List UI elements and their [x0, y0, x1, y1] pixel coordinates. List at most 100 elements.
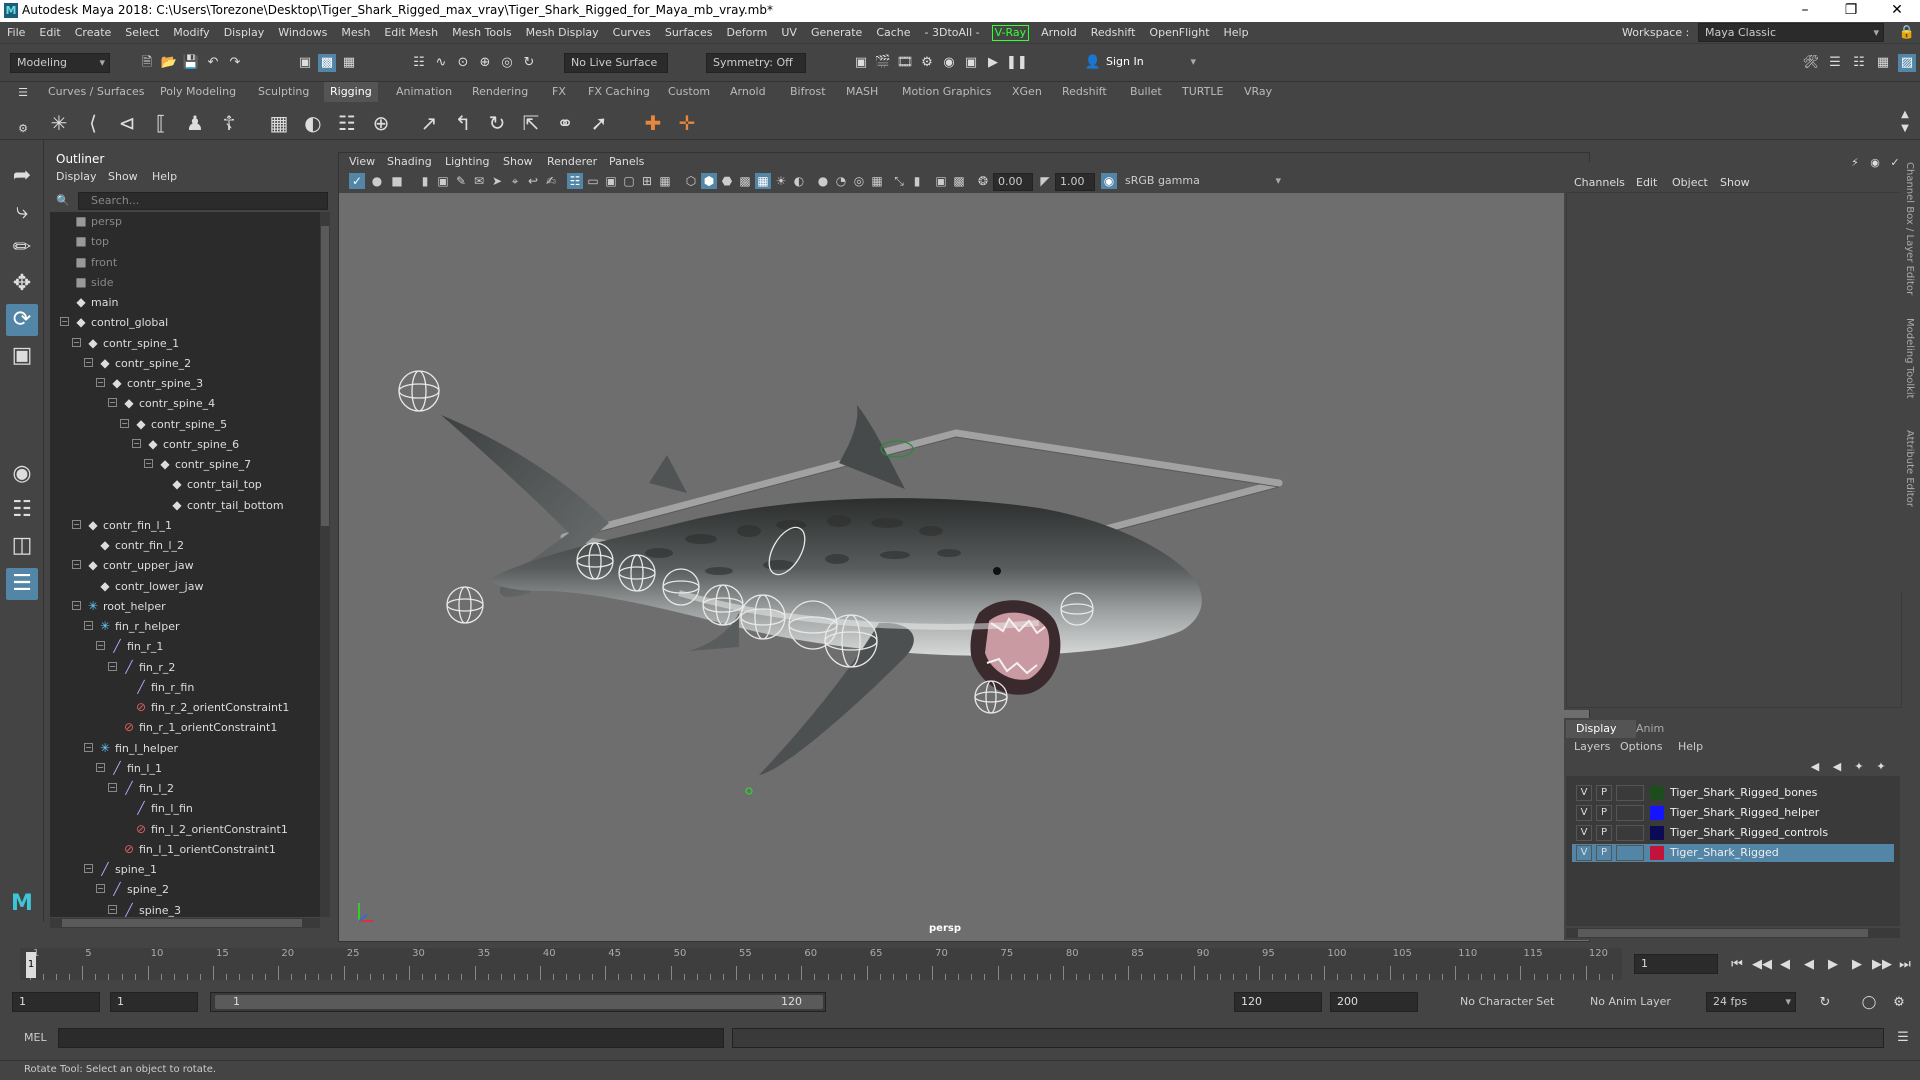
- pole-vector-icon[interactable]: ➚: [586, 110, 612, 136]
- expand-collapse-icon[interactable]: −: [84, 742, 93, 752]
- shelf-tab-rigging[interactable]: Rigging: [324, 82, 378, 102]
- expand-collapse-icon[interactable]: −: [84, 864, 93, 873]
- outliner-node[interactable]: − ◆ contr_spine_7: [144, 455, 251, 473]
- layers-options-menu[interactable]: Options: [1620, 740, 1662, 753]
- outliner-node[interactable]: ◆ contr_fin_l_2: [98, 536, 184, 554]
- layer-type-toggle[interactable]: [1616, 845, 1644, 861]
- depth-of-field-icon[interactable]: ◎: [851, 173, 867, 189]
- expand-collapse-icon[interactable]: −: [108, 783, 117, 792]
- safe-action-icon[interactable]: ▢: [621, 173, 637, 189]
- outliner-scroll-thumb[interactable]: [321, 226, 329, 526]
- use-lights-icon[interactable]: ▦: [755, 173, 771, 189]
- menu-3dtoall[interactable]: - 3DtoAll -: [918, 22, 987, 44]
- side-tab-modeling-toolkit[interactable]: Modeling Toolkit: [1904, 318, 1915, 399]
- menu-vray[interactable]: V-Ray: [991, 25, 1030, 41]
- viewport-menu-panels[interactable]: Panels: [609, 155, 644, 168]
- render-settings-icon[interactable]: ⚙: [918, 54, 936, 72]
- layers-help-menu[interactable]: Help: [1678, 740, 1703, 753]
- shelf-tab-rendering[interactable]: Rendering: [472, 85, 528, 98]
- step-back-frame-icon[interactable]: ◀: [1776, 956, 1794, 974]
- snap-point-icon[interactable]: ⊙: [454, 54, 472, 72]
- outliner-scrollbar[interactable]: [320, 212, 330, 917]
- new-layer-selected-icon[interactable]: ✦: [1872, 758, 1890, 776]
- viewport-menu-lighting[interactable]: Lighting: [445, 155, 489, 168]
- restore-button[interactable]: ❐: [1828, 0, 1874, 22]
- outliner-node[interactable]: ■ persp: [74, 212, 122, 230]
- step-forward-frame-icon[interactable]: ▶: [1848, 956, 1866, 974]
- outliner-node[interactable]: − ◆ contr_spine_4: [108, 394, 215, 412]
- menu-mesh[interactable]: Mesh: [334, 22, 377, 44]
- expand-collapse-icon[interactable]: −: [96, 641, 105, 651]
- layer-color-swatch[interactable]: [1650, 846, 1664, 860]
- layer-item[interactable]: V P Tiger_Shark_Rigged_bones: [1572, 784, 1894, 802]
- channel-box-toggle-icon[interactable]: ▦: [1874, 54, 1892, 72]
- color-management-icon[interactable]: ◉: [1101, 173, 1117, 189]
- menu-openflight[interactable]: OpenFlight: [1142, 22, 1216, 44]
- point-constraint-icon[interactable]: ↗: [416, 110, 442, 136]
- layer-item-selected[interactable]: V P Tiger_Shark_Rigged: [1572, 844, 1894, 862]
- shelf-tab-animation[interactable]: Animation: [396, 85, 452, 98]
- outliner-menu-help[interactable]: Help: [152, 170, 177, 183]
- playback-end-field[interactable]: 120: [1234, 992, 1322, 1012]
- safe-title-icon[interactable]: ⊞: [639, 173, 655, 189]
- shelf-tab-vray[interactable]: VRay: [1244, 85, 1272, 98]
- insert-joint-icon[interactable]: ⟨: [80, 110, 106, 136]
- outliner-node[interactable]: ◆ contr_tail_top: [170, 475, 261, 493]
- layers-menu[interactable]: Layers: [1574, 740, 1610, 753]
- channels-show-menu[interactable]: Show: [1720, 176, 1750, 189]
- play-forwards-icon[interactable]: ▶: [1824, 956, 1842, 974]
- undo-icon[interactable]: ↶: [204, 54, 222, 72]
- new-scene-icon[interactable]: 🗎: [138, 54, 156, 72]
- field-chart-icon[interactable]: ▣: [603, 173, 619, 189]
- rotate-tool-icon[interactable]: ⟳: [6, 304, 38, 336]
- viewport-menu-shading[interactable]: Shading: [387, 155, 432, 168]
- expand-collapse-icon[interactable]: −: [108, 904, 117, 914]
- cluster-icon[interactable]: ⊕: [368, 110, 394, 136]
- expand-collapse-icon[interactable]: −: [96, 378, 105, 387]
- menu-mesh-tools[interactable]: Mesh Tools: [445, 22, 519, 44]
- outliner-node[interactable]: ╱ fin_l_fin: [134, 799, 192, 817]
- sign-in-button[interactable]: Sign In: [1100, 53, 1200, 73]
- isolate-select-icon[interactable]: ▦: [869, 173, 885, 189]
- menu-deform[interactable]: Deform: [719, 22, 774, 44]
- open-scene-icon[interactable]: 📂: [160, 54, 178, 72]
- expand-collapse-icon[interactable]: −: [84, 357, 93, 367]
- aim-constraint-icon[interactable]: ↰: [450, 110, 476, 136]
- shelf-tab-poly-modeling[interactable]: Poly Modeling: [160, 85, 236, 98]
- outliner-node[interactable]: − ◆ contr_spine_2: [84, 354, 191, 372]
- shelf-tab-sculpting[interactable]: Sculpting: [258, 85, 309, 98]
- shelf-tab-motion-graphics[interactable]: Motion Graphics: [902, 85, 991, 98]
- smooth-shade-icon[interactable]: ⬢: [701, 173, 717, 189]
- menu-cache[interactable]: Cache: [869, 22, 917, 44]
- channel-box-area[interactable]: [1566, 192, 1902, 708]
- menu-redshift[interactable]: Redshift: [1084, 22, 1143, 44]
- shadows-icon[interactable]: ☀: [773, 173, 789, 189]
- ik-spline-icon[interactable]: ⟦: [148, 110, 174, 136]
- isolate-bookmark-icon[interactable]: ⌖: [507, 173, 523, 189]
- bookmarks-icon[interactable]: ▮: [417, 173, 433, 189]
- anim-layer-dropdown[interactable]: No Anim Layer: [1590, 995, 1671, 1008]
- channel-box-icon-2[interactable]: ◉: [1866, 154, 1884, 172]
- animation-start-field[interactable]: 1: [12, 992, 100, 1012]
- gate-mask-icon[interactable]: ▦: [657, 173, 673, 189]
- layer-playback-toggle[interactable]: P: [1596, 785, 1612, 801]
- tool-settings-toggle-icon[interactable]: ☷: [1850, 54, 1868, 72]
- image-plane-icon[interactable]: ▣: [435, 173, 451, 189]
- lock-camera-icon[interactable]: ●: [369, 173, 385, 189]
- minimize-button[interactable]: –: [1782, 0, 1828, 22]
- gamma-icon[interactable]: ◤: [1037, 173, 1053, 189]
- current-time-indicator[interactable]: 1: [26, 952, 36, 978]
- channels-menu[interactable]: Channels: [1574, 176, 1625, 189]
- fps-dropdown[interactable]: 24 fps: [1706, 992, 1796, 1012]
- viewport-3d[interactable]: persp: [339, 193, 1589, 941]
- outliner-node[interactable]: ■ top: [74, 232, 109, 250]
- outliner-node[interactable]: − ◆ contr_upper_jaw: [72, 556, 194, 574]
- expand-collapse-icon[interactable]: −: [72, 337, 81, 347]
- expand-collapse-icon[interactable]: −: [120, 418, 129, 428]
- shelf-tab-curves-surfaces[interactable]: Curves / Surfaces: [48, 85, 145, 98]
- layer-playback-toggle[interactable]: P: [1596, 825, 1612, 841]
- redo-icon[interactable]: ↷: [226, 54, 244, 72]
- outliner-node[interactable]: ◆ contr_lower_jaw: [98, 577, 203, 595]
- select-camera-icon[interactable]: ✓: [349, 173, 365, 189]
- outliner-node[interactable]: ╱ fin_r_fin: [134, 678, 194, 696]
